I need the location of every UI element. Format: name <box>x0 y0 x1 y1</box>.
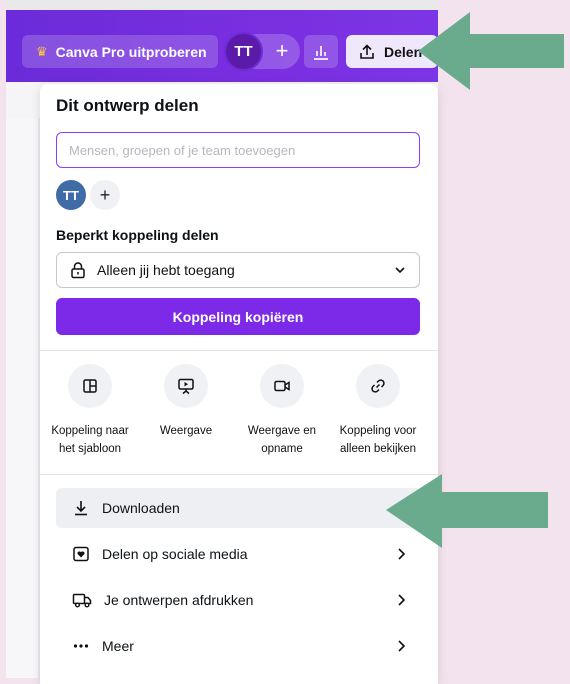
download-icon <box>75 501 87 516</box>
panel-title: Dit ontwerp delen <box>56 96 199 115</box>
access-select[interactable]: Alleen jij hebt toegang <box>56 252 420 288</box>
option-label-line2: opname <box>261 443 303 455</box>
option-label-line1: Koppeling voor <box>339 425 417 437</box>
presentation-icon <box>178 378 194 395</box>
option-label: Weergave <box>138 422 234 440</box>
chevron-right-icon <box>398 640 406 652</box>
add-collaborator-button[interactable]: + <box>269 38 295 64</box>
link-section-label: Beperkt koppeling delen <box>56 227 219 243</box>
option-label-line2: alleen bekijken <box>339 443 417 455</box>
insights-button[interactable] <box>304 35 338 68</box>
annotation-arrow-share <box>418 12 564 90</box>
option-template-link[interactable]: Koppeling naar het sjabloon <box>42 364 138 458</box>
member-avatar[interactable]: TT <box>56 180 86 210</box>
collaborators-group[interactable]: TT + <box>226 34 300 69</box>
menu-item-social-media[interactable]: Delen op sociale media <box>56 534 422 574</box>
annotation-arrow-download <box>386 474 548 548</box>
option-label: Koppeling naar het sjabloon <box>42 422 138 458</box>
option-label-line2: het sjabloon <box>58 443 122 455</box>
option-presentation[interactable]: Weergave <box>138 364 234 440</box>
chevron-right-icon <box>398 594 406 606</box>
option-label-line1: Weergave <box>159 425 213 437</box>
divider <box>40 350 438 351</box>
option-label: Weergave en opname <box>234 422 330 458</box>
menu-item-label: Je ontwerpen afdrukken <box>104 592 254 608</box>
editor-left-pane <box>6 118 38 678</box>
template-icon <box>83 379 97 393</box>
avatar[interactable]: TT <box>226 34 261 69</box>
more-icon <box>73 644 89 648</box>
copy-link-button[interactable]: Koppeling kopiëren <box>56 298 420 335</box>
share-panel: Dit ontwerp delen Mensen, groepen of je … <box>40 84 438 684</box>
option-view-only-link[interactable]: Koppeling voor alleen bekijken <box>330 364 426 458</box>
people-input[interactable]: Mensen, groepen of je team toevoegen <box>56 132 420 168</box>
menu-item-download[interactable]: Downloaden <box>56 488 422 528</box>
chevron-down-icon <box>395 267 405 274</box>
menu-item-label: Downloaden <box>102 500 180 516</box>
record-icon <box>274 380 290 392</box>
option-circle <box>356 364 400 408</box>
top-bar: ♛ Canva Pro uitproberen TT + Delen <box>6 10 438 82</box>
option-circle <box>164 364 208 408</box>
menu-item-label: Delen op sociale media <box>102 546 248 562</box>
heart-icon <box>73 546 89 562</box>
option-circle <box>260 364 304 408</box>
try-pro-label: Canva Pro uitproberen <box>55 43 207 60</box>
bar-chart-icon <box>314 45 328 60</box>
try-pro-button[interactable]: ♛ Canva Pro uitproberen <box>22 35 218 68</box>
link-icon <box>371 379 385 393</box>
menu-item-print[interactable]: Je ontwerpen afdrukken <box>56 580 422 620</box>
lock-icon <box>71 262 85 279</box>
crown-icon: ♛ <box>36 43 48 59</box>
truck-icon <box>72 593 92 608</box>
option-present-record[interactable]: Weergave en opname <box>234 364 330 458</box>
option-label-line1: Weergave en <box>247 425 317 437</box>
option-label-line1: Koppeling naar <box>51 425 129 437</box>
divider <box>40 474 438 475</box>
menu-item-more[interactable]: Meer <box>56 626 422 666</box>
option-circle <box>68 364 112 408</box>
upload-icon <box>360 43 374 59</box>
option-label: Koppeling voor alleen bekijken <box>330 422 426 458</box>
access-value: Alleen jij hebt toegang <box>97 262 235 278</box>
add-member-button[interactable]: + <box>90 180 120 210</box>
menu-item-label: Meer <box>102 638 134 654</box>
